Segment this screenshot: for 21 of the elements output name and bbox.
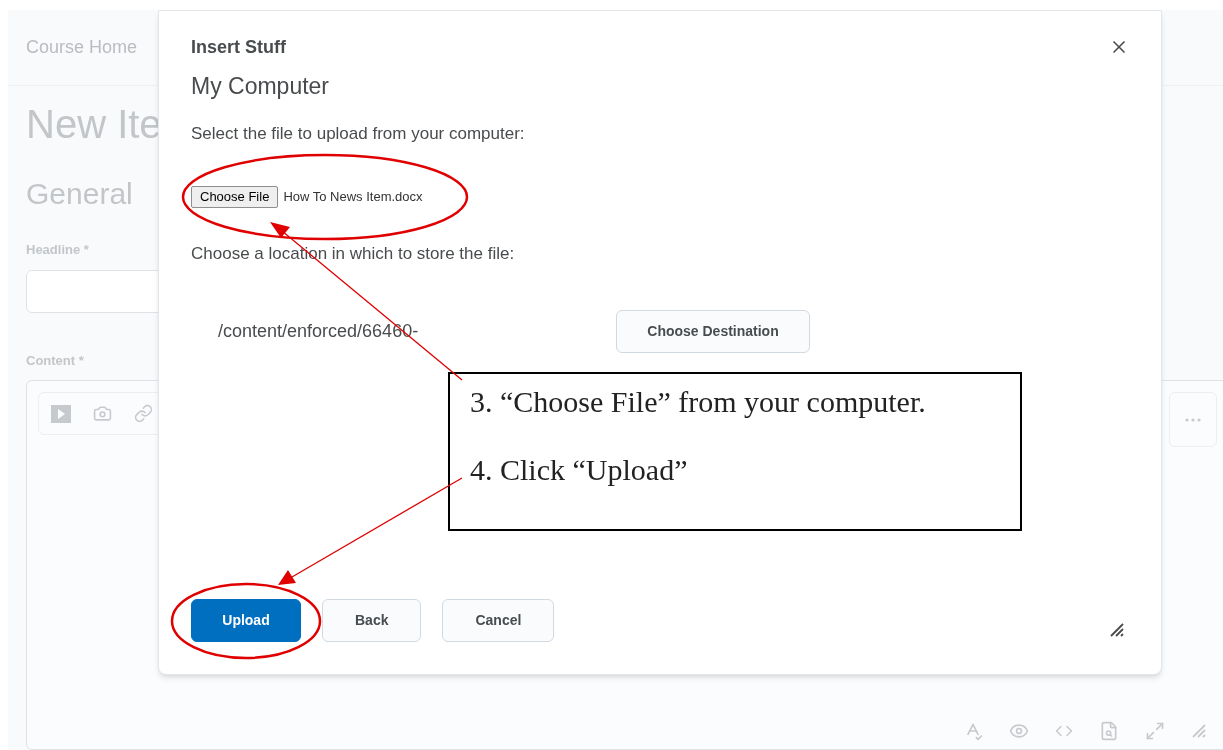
dialog-subtitle: My Computer: [191, 72, 331, 101]
dialog-button[interactable]: Cancel: [442, 599, 555, 642]
more-button[interactable]: [1169, 392, 1217, 447]
resize-icon[interactable]: [1191, 723, 1207, 739]
callout-step: 3. “Choose File” from your computer.: [470, 386, 1020, 418]
fullscreen-icon[interactable]: [1145, 721, 1165, 741]
video-icon[interactable]: [51, 404, 71, 423]
choose-file-button[interactable]: Choose File: [191, 186, 279, 208]
find-icon[interactable]: [1099, 721, 1119, 741]
choose-destination-button[interactable]: Choose Destination: [616, 310, 810, 353]
file-prompt: Select the file to upload from your computer:: [191, 123, 526, 145]
camera-icon[interactable]: [93, 404, 112, 423]
resize-handle-icon[interactable]: [1109, 622, 1125, 638]
more-icon: [1185, 417, 1201, 422]
file-name: How To News Item.docx: [283, 188, 423, 207]
link-icon[interactable]: [134, 404, 153, 423]
eye-icon[interactable]: [1009, 721, 1029, 741]
callout-step: 4. Click “Upload”: [470, 454, 1020, 486]
upload-button[interactable]: Upload: [191, 599, 301, 642]
dialog-title: Insert Stuff: [191, 36, 286, 59]
dialog-button[interactable]: Back: [322, 599, 422, 642]
